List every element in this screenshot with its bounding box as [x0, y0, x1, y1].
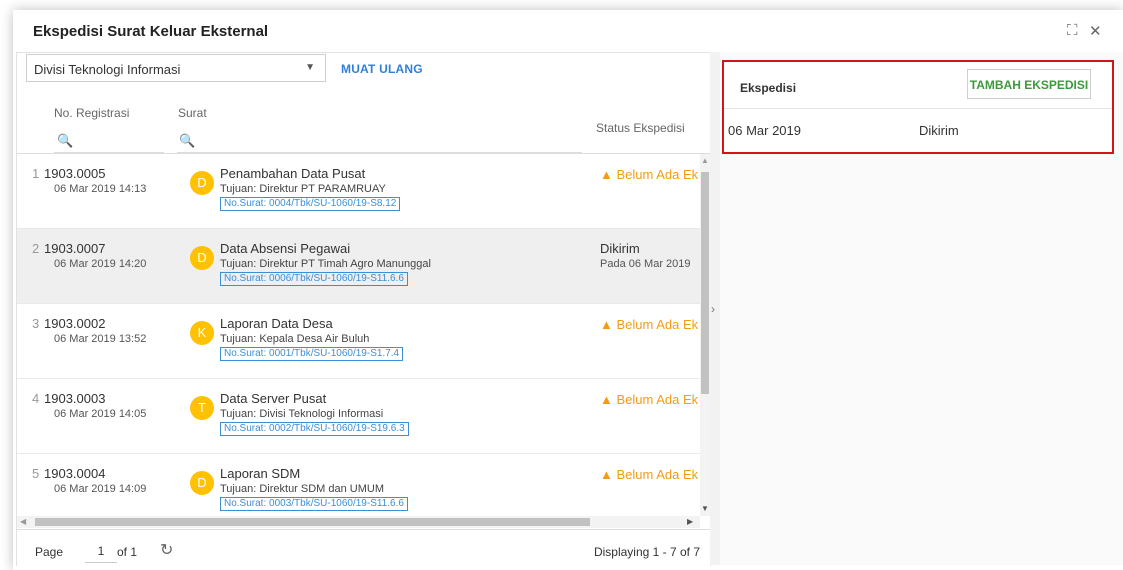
registration-date: 06 Mar 2019 13:52 [54, 333, 147, 345]
pagination-bar: Page of 1 ↻ Displaying 1 - 7 of 7 [17, 529, 710, 567]
status-warning: ▲ Belum Ada Ek [600, 317, 699, 332]
page-count-label: of 1 [117, 545, 138, 559]
letter-recipient: Tujuan: Direktur PT Timah Agro Manunggal [220, 258, 431, 270]
row-number: 4 [32, 391, 40, 406]
letter-number-badge: No.Surat: 0006/Tbk/SU-1060/19-S11.6.6 [220, 272, 408, 286]
search-icon[interactable]: 🔍 [57, 133, 73, 149]
letter-number-badge: No.Surat: 0001/Tbk/SU-1060/19-S1.7.4 [220, 347, 404, 361]
grid-rows: 1 1903.0005 06 Mar 2019 14:13 D Penambah… [17, 154, 700, 516]
scroll-down-icon[interactable]: ▼ [701, 504, 709, 513]
row-number: 2 [32, 241, 40, 256]
add-expedition-button[interactable]: TAMBAH EKSPEDISI [967, 69, 1091, 99]
avatar: D [190, 246, 214, 270]
horizontal-scroll-thumb[interactable] [35, 518, 590, 526]
letter-number-badge: No.Surat: 0003/Tbk/SU-1060/19-S11.6.6 [220, 497, 408, 511]
page-number-input[interactable] [85, 540, 117, 563]
status-sent-date: Pada 06 Mar 2019 [600, 258, 691, 270]
scroll-up-icon[interactable]: ▲ [701, 156, 709, 165]
registration-number: 1903.0005 [44, 166, 106, 181]
letters-grid-panel: Divisi Teknologi Informasi ▼ MUAT ULANG … [16, 52, 711, 567]
column-header-registration[interactable]: No. Registrasi [54, 106, 129, 120]
avatar: K [190, 321, 214, 345]
dialog-window: Ekspedisi Surat Keluar Eksternal ⛶ ✕ Div… [13, 10, 1123, 570]
close-icon[interactable]: ✕ [1089, 22, 1102, 40]
letter-recipient: Tujuan: Direktur SDM dan UMUM [220, 483, 385, 495]
column-header-status[interactable]: Status Ekspedisi [596, 121, 685, 135]
table-row-selected[interactable]: 2 1903.0007 06 Mar 2019 14:20 D Data Abs… [17, 229, 700, 304]
horizontal-scrollbar[interactable]: ◀ ▶ [17, 516, 700, 528]
registration-number: 1903.0004 [44, 466, 106, 481]
vertical-scrollbar[interactable]: ▲ ▼ [700, 154, 710, 516]
status-sent: Dikirim [600, 241, 640, 256]
status-warning: ▲ Belum Ada Ek [600, 467, 699, 482]
status-warning: ▲ Belum Ada Ek [600, 167, 699, 182]
row-number: 1 [32, 166, 40, 181]
page-label: Page [35, 545, 64, 559]
letter-subject: Penambahan Data Pusat [220, 166, 366, 181]
letter-filter-input[interactable] [177, 152, 582, 153]
panel-splitter[interactable]: › [710, 52, 720, 565]
maximize-icon[interactable]: ⛶ [1067, 22, 1078, 39]
registration-date: 06 Mar 2019 14:09 [54, 483, 147, 495]
window-title: Ekspedisi Surat Keluar Eksternal [33, 23, 269, 40]
vertical-scroll-thumb[interactable] [701, 172, 709, 394]
reload-button[interactable]: MUAT ULANG [341, 62, 423, 76]
registration-date: 06 Mar 2019 14:13 [54, 183, 147, 195]
registration-number: 1903.0003 [44, 391, 106, 406]
row-number: 3 [32, 316, 40, 331]
scroll-left-icon[interactable]: ◀ [20, 517, 26, 526]
letter-subject: Laporan Data Desa [220, 316, 333, 331]
expedition-status: Dikirim [919, 123, 959, 138]
registration-number: 1903.0007 [44, 241, 106, 256]
letter-subject: Data Server Pusat [220, 391, 327, 406]
chevron-down-icon[interactable]: ▼ [305, 62, 315, 73]
letter-subject: Laporan SDM [220, 466, 301, 481]
table-row[interactable]: 1 1903.0005 06 Mar 2019 14:13 D Penambah… [17, 154, 700, 229]
expedition-date: 06 Mar 2019 [728, 123, 801, 138]
display-count: Displaying 1 - 7 of 7 [593, 545, 700, 559]
title-bar: Ekspedisi Surat Keluar Eksternal ⛶ ✕ [13, 10, 1123, 52]
expedition-panel-title: Ekspedisi [740, 81, 797, 95]
registration-date: 06 Mar 2019 14:20 [54, 258, 147, 270]
grid-header: No. Registrasi Surat Status Ekspedisi 🔍 … [17, 93, 710, 154]
division-select-value: Divisi Teknologi Informasi [34, 62, 181, 77]
avatar: D [190, 471, 214, 495]
registration-filter-input[interactable] [54, 152, 164, 153]
expedition-panel: Ekspedisi TAMBAH EKSPEDISI 06 Mar 2019 D… [722, 60, 1114, 154]
status-warning: ▲ Belum Ada Ek [600, 392, 699, 407]
table-row[interactable]: 4 1903.0003 06 Mar 2019 14:05 T Data Ser… [17, 379, 700, 454]
expedition-panel-header: Ekspedisi TAMBAH EKSPEDISI [724, 62, 1112, 109]
letter-recipient: Tujuan: Divisi Teknologi Informasi [220, 408, 384, 420]
registration-date: 06 Mar 2019 14:05 [54, 408, 147, 420]
column-header-letter[interactable]: Surat [178, 106, 207, 120]
row-number: 5 [32, 466, 40, 481]
table-row[interactable]: 3 1903.0002 06 Mar 2019 13:52 K Laporan … [17, 304, 700, 379]
letter-number-badge: No.Surat: 0004/Tbk/SU-1060/19-S8.12 [220, 197, 401, 211]
division-select[interactable]: Divisi Teknologi Informasi ▼ [26, 54, 326, 82]
letter-number-badge: No.Surat: 0002/Tbk/SU-1060/19-S19.6.3 [220, 422, 409, 436]
refresh-icon[interactable]: ↻ [160, 540, 173, 560]
letter-subject: Data Absensi Pegawai [220, 241, 351, 256]
detail-panel: Ekspedisi TAMBAH EKSPEDISI 06 Mar 2019 D… [720, 52, 1123, 565]
avatar: T [190, 396, 214, 420]
grid-toolbar: Divisi Teknologi Informasi ▼ MUAT ULANG [17, 53, 710, 93]
scroll-right-icon[interactable]: ▶ [687, 517, 693, 526]
letter-recipient: Tujuan: Direktur PT PARAMRUAY [220, 183, 386, 195]
search-icon[interactable]: 🔍 [179, 133, 195, 149]
table-row[interactable]: 5 1903.0004 06 Mar 2019 14:09 D Laporan … [17, 454, 700, 516]
chevron-right-icon[interactable]: › [711, 302, 715, 316]
registration-number: 1903.0002 [44, 316, 106, 331]
letter-recipient: Tujuan: Kepala Desa Air Buluh [220, 333, 370, 345]
avatar: D [190, 171, 214, 195]
